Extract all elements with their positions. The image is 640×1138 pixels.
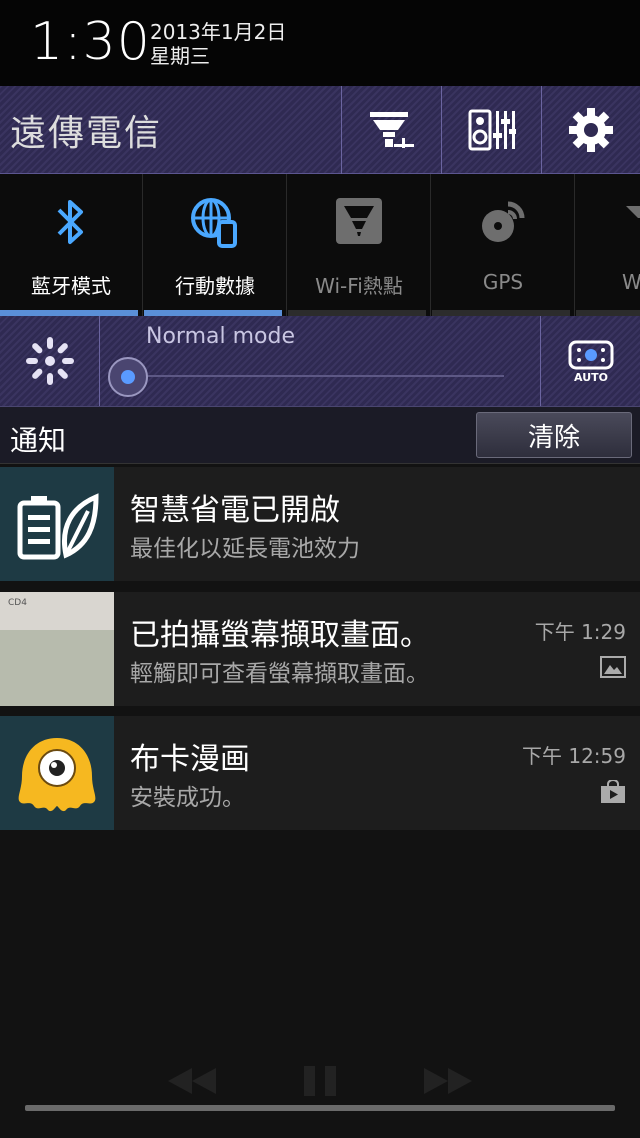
- quick-settings-toggles: 藍牙模式 行動數據 Wi-Fi熱點 GPS W: [0, 174, 640, 316]
- notification-app-installed[interactable]: 布卡漫画 安裝成功。 下午 12:59: [0, 716, 640, 830]
- pause-icon: [304, 1066, 336, 1096]
- settings-button[interactable]: [541, 86, 640, 174]
- thumbnail-text: CD4: [8, 598, 27, 608]
- gps-satellite-icon: [482, 201, 525, 242]
- operator-bar: 遠傳電信: [0, 86, 640, 174]
- brightness-control: Normal mode AUTO: [0, 316, 640, 406]
- notifications-title: 通知: [10, 424, 67, 457]
- sound-settings-button[interactable]: [441, 86, 541, 174]
- toggle-label: GPS: [482, 270, 524, 294]
- brightness-slider-track[interactable]: [128, 375, 504, 377]
- weekday-text: 星期三: [150, 44, 210, 68]
- toggle-label: 行動數據: [175, 274, 255, 298]
- status-header: 1:30 2013年1月2日 星期三: [0, 0, 640, 86]
- speaker-equalizer-icon: [468, 109, 516, 151]
- brightness-sun-icon: [25, 337, 74, 385]
- notification-title: 布卡漫画: [130, 742, 250, 777]
- notification-title: 智慧省電已開啟: [130, 493, 340, 528]
- background-media-controls: [0, 1060, 640, 1100]
- notification-screenshot[interactable]: CD4 已拍攝螢幕擷取畫面。 輕觸即可查看螢幕擷取畫面。 下午 1:29: [0, 592, 640, 706]
- auto-label: AUTO: [574, 371, 608, 383]
- auto-brightness-icon: AUTO: [568, 340, 613, 383]
- toggle-label: Wi-Fi熱點: [315, 274, 403, 298]
- toggle-bluetooth[interactable]: 藍牙模式: [0, 174, 143, 316]
- notification-power-saving[interactable]: 智慧省電已開啟 最佳化以延長電池效力: [0, 467, 640, 581]
- filter-button[interactable]: [341, 86, 441, 174]
- operator-name: 遠傳電信: [10, 113, 163, 154]
- notification-drawer-handle[interactable]: [25, 1105, 615, 1111]
- notification-thumb: [0, 467, 114, 581]
- gear-icon: [569, 108, 613, 152]
- play-store-bag-icon: [601, 780, 625, 803]
- buka-mascot-icon: [18, 738, 96, 812]
- toggle-wifi-hotspot[interactable]: Wi-Fi熱點: [288, 174, 431, 316]
- clear-all-button[interactable]: 清除: [476, 412, 632, 458]
- notification-time: 下午 12:59: [522, 744, 626, 768]
- brightness-mode-label: Normal mode: [146, 324, 295, 349]
- auto-brightness-button[interactable]: AUTO: [540, 316, 640, 406]
- notification-thumb: [0, 716, 114, 830]
- wifi-hotspot-icon: [336, 198, 382, 244]
- notification-text: 輕觸即可查看螢幕擷取畫面。: [130, 661, 429, 687]
- fast-forward-icon: [424, 1068, 472, 1094]
- screenshot-thumbnail: CD4: [0, 592, 114, 706]
- battery-leaf-icon: [17, 493, 99, 560]
- notification-text: 最佳化以延長電池效力: [130, 536, 360, 562]
- toggle-label: 藍牙模式: [31, 274, 111, 298]
- notification-text: 安裝成功。: [130, 785, 245, 811]
- bluetooth-icon: [57, 200, 83, 244]
- rewind-icon: [168, 1068, 216, 1094]
- clock: 1:30: [30, 12, 151, 72]
- image-icon: [600, 656, 626, 678]
- date-text: 2013年1月2日: [150, 20, 287, 44]
- notification-title: 已拍攝螢幕擷取畫面。: [130, 618, 430, 653]
- notification-time: 下午 1:29: [534, 620, 626, 644]
- mobile-data-globe-icon: [191, 198, 237, 248]
- brightness-icon-box: [0, 316, 100, 406]
- notifications-header: 通知 清除: [0, 406, 640, 464]
- wifi-icon: [626, 206, 640, 218]
- date-block: 2013年1月2日 星期三: [150, 20, 286, 68]
- notification-filter-icon: [369, 112, 414, 148]
- brightness-slider-thumb[interactable]: [107, 356, 149, 398]
- toggle-label: W: [622, 270, 640, 294]
- toggle-mobile-data[interactable]: 行動數據: [144, 174, 287, 316]
- toggle-gps[interactable]: GPS: [432, 174, 575, 316]
- toggle-wifi[interactable]: W: [576, 174, 640, 316]
